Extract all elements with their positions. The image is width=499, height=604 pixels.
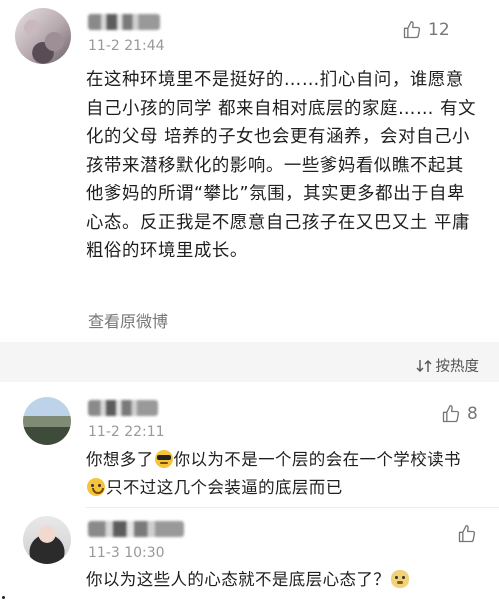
page-dot (2, 596, 5, 599)
post-author-avatar[interactable] (15, 8, 71, 64)
comment1-text: 你想多了 你以为不是一个层的会在一个学校读书只不过这几个会装逼的底层而已 (86, 446, 476, 502)
thumbs-up-icon (403, 21, 421, 39)
comment-divider (86, 507, 499, 508)
comment1-text-part3: 只不过这几个会装逼的底层而已 (106, 478, 343, 497)
comment2-timestamp: 11-3 10:30 (88, 545, 165, 561)
view-original-weibo-link[interactable]: 查看原微博 (88, 308, 168, 332)
post-timestamp: 11-2 21:44 (88, 38, 165, 54)
cool-sunglasses-emoji-icon (154, 450, 173, 468)
bear-emoji-icon (391, 570, 410, 588)
comment1-author-name-blurred[interactable] (88, 400, 158, 416)
sort-label: 按热度 (435, 359, 480, 375)
comment1-text-part1: 你想多了 (86, 450, 154, 469)
comment2-like-button[interactable] (457, 524, 477, 544)
post-like-count: 12 (428, 20, 450, 40)
comment1-like-count: 8 (467, 404, 478, 424)
smile-emoji-icon (87, 478, 105, 496)
post-author-name-blurred[interactable] (88, 14, 160, 30)
comment2-text: 你以为这些人的心态就不是底层心态了？ (86, 566, 486, 594)
comment2-author-name-blurred[interactable] (88, 521, 184, 537)
sort-by-hotness-button[interactable]: 按热度 (416, 355, 480, 376)
thumbs-up-icon (442, 405, 460, 423)
post-body: 在这种环境里不是挺好的……扪心自问，谁愿意自己小孩的同学 都来自相对底层的家庭…… (86, 70, 477, 261)
comment1-timestamp: 11-2 22:11 (88, 424, 165, 440)
sort-icon (416, 359, 431, 372)
thumbs-up-icon (458, 525, 476, 543)
comment1-text-part2: 你以为不是一个层的会在一个学校读书 (173, 450, 461, 469)
comment2-text-part1: 你以为这些人的心态就不是底层心态了？ (86, 570, 391, 589)
post-like-button[interactable]: 12 (402, 20, 450, 40)
comment1-like-button[interactable]: 8 (441, 404, 478, 424)
comment1-author-avatar[interactable] (23, 397, 71, 445)
comment2-author-avatar[interactable] (23, 516, 71, 564)
